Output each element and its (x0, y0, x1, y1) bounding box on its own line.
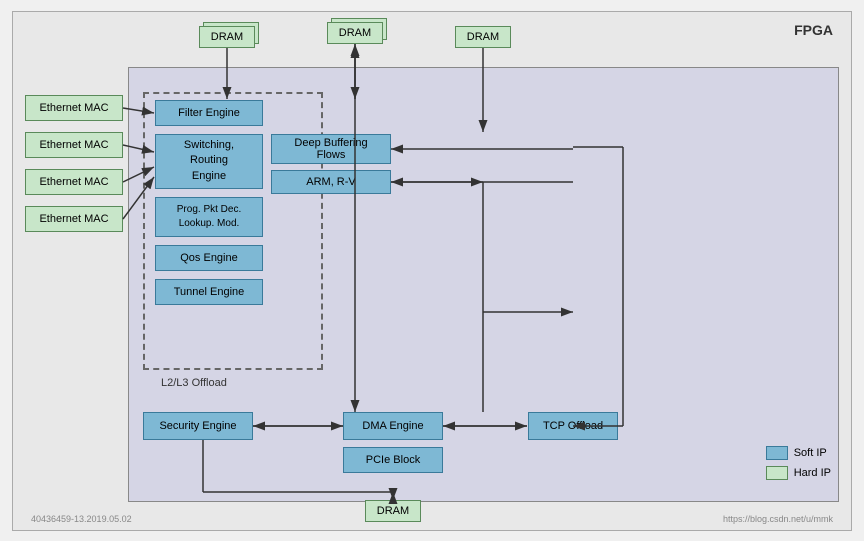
switching-routing-block: Switching,RoutingEngine (155, 134, 263, 189)
legend-hard-ip: Hard IP (766, 466, 831, 480)
eth-mac-1: Ethernet MAC (25, 95, 123, 121)
legend-soft-ip: Soft IP (766, 446, 831, 460)
dram-label-1: DRAM (199, 26, 255, 48)
dram-label-3: DRAM (455, 26, 511, 48)
tcp-offload-block: TCP Offload (528, 412, 618, 440)
l2l3-label: L2/L3 Offload (161, 377, 227, 389)
hard-ip-label: Hard IP (794, 467, 831, 479)
dram-label-2: DRAM (327, 22, 383, 44)
soft-ip-label: Soft IP (794, 447, 827, 459)
hard-ip-color (766, 466, 788, 480)
legend: Soft IP Hard IP (766, 446, 831, 480)
eth-mac-3: Ethernet MAC (25, 169, 123, 195)
eth-mac-4: Ethernet MAC (25, 206, 123, 232)
deep-buffering-block: Deep BufferingFlows (271, 134, 391, 164)
soft-ip-color (766, 446, 788, 460)
fpga-label: FPGA (794, 22, 833, 38)
diagram-container: FPGA DRAM DRAM DRAM Ethernet MAC Etherne… (12, 11, 852, 531)
prog-pkt-block: Prog. Pkt Dec.Lookup. Mod. (155, 197, 263, 237)
dram-bottom: DRAM (365, 500, 421, 522)
pcie-block: PCIe Block (343, 447, 443, 473)
eth-mac-2: Ethernet MAC (25, 132, 123, 158)
dma-engine-block: DMA Engine (343, 412, 443, 440)
fig-id: 40436459-13.2019.05.02 (31, 514, 132, 524)
watermark: https://blog.csdn.net/u/mmk (723, 514, 833, 524)
filter-engine-block: Filter Engine (155, 100, 263, 126)
tunnel-engine-block: Tunnel Engine (155, 279, 263, 305)
security-engine-block: Security Engine (143, 412, 253, 440)
qos-engine-block: Qos Engine (155, 245, 263, 271)
arm-rv-block: ARM, R-V (271, 170, 391, 194)
